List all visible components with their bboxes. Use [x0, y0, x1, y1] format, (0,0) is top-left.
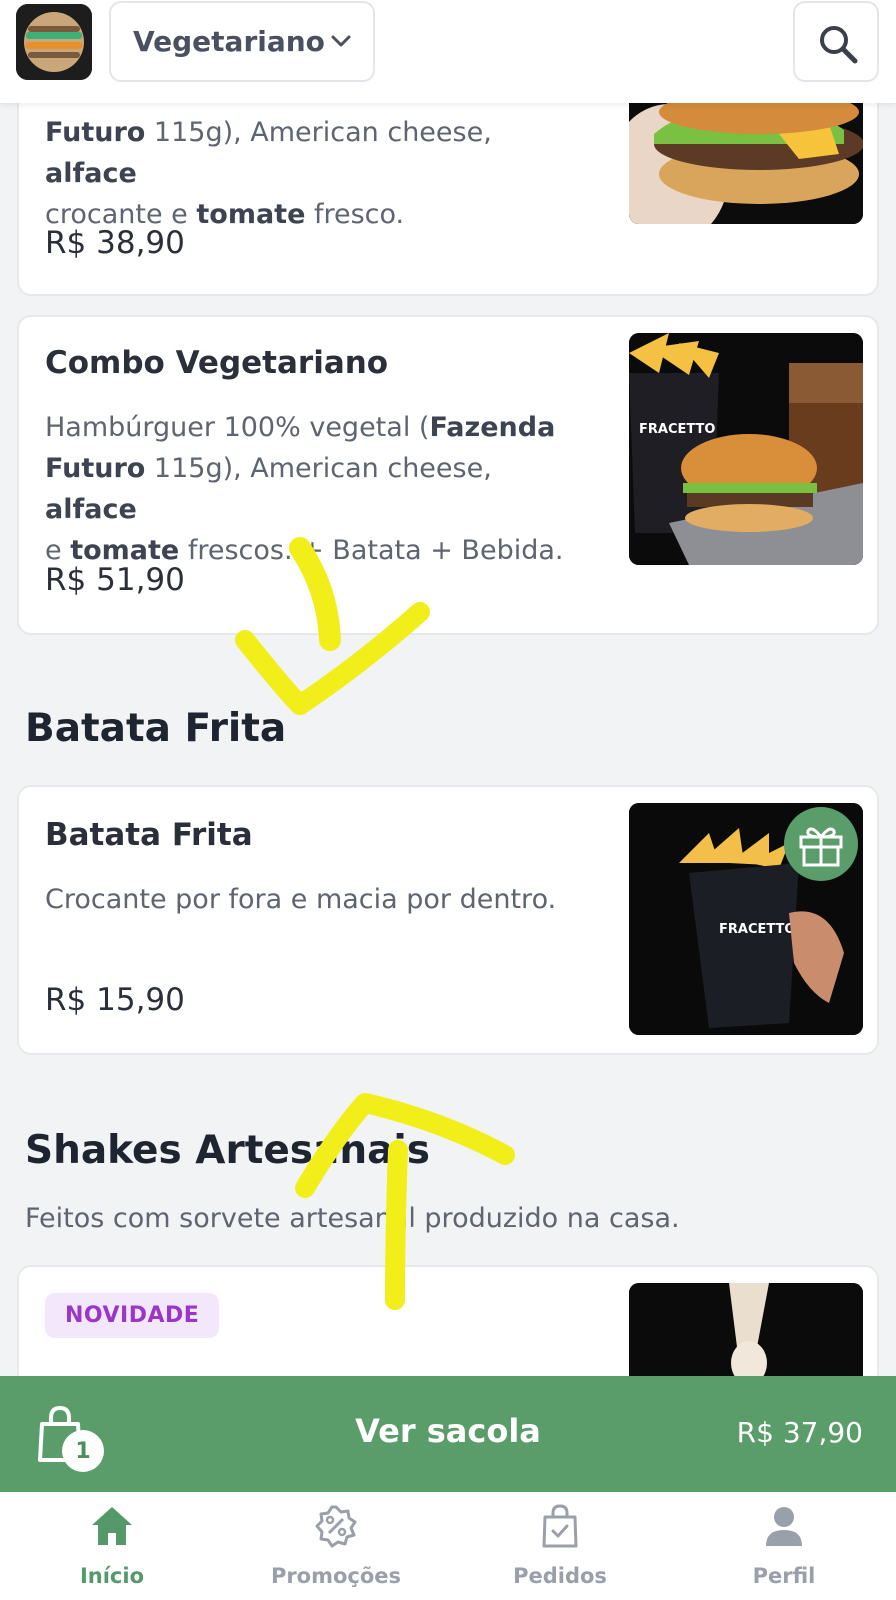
view-bag-bar[interactable]: 1 Ver sacola R$ 37,90 [0, 1376, 896, 1492]
product-price: R$ 15,90 [45, 982, 185, 1018]
gift-badge [784, 807, 858, 881]
svg-text:FRACETTO: FRACETTO [719, 922, 795, 937]
category-select-value: Vegetariano [133, 25, 325, 58]
nav-item-inicio[interactable]: Início [0, 1492, 224, 1600]
nav-item-perfil[interactable]: Perfil [672, 1492, 896, 1600]
product-card-batata-frita[interactable]: Batata Frita Crocante por fora e macia p… [17, 785, 879, 1055]
user-icon [766, 1507, 802, 1546]
product-title: Combo Vegetariano [45, 345, 389, 381]
app-screen: Vegetariano Futuro 115g), American chees… [0, 0, 896, 1600]
nav-item-pedidos[interactable]: Pedidos [448, 1492, 672, 1600]
nav-item-promocoes[interactable]: Promoções [224, 1492, 448, 1600]
burger-logo[interactable] [16, 4, 92, 80]
chevron-down-icon [331, 35, 351, 47]
percent-badge-icon [315, 1505, 357, 1548]
product-card-combo-vegetariano[interactable]: Combo Vegetariano Hambúrguer 100% vegeta… [17, 315, 879, 635]
search-icon [820, 26, 858, 64]
product-description: Hambúrguer 100% vegetal (Fazenda Futuro … [45, 412, 564, 566]
search-button[interactable] [793, 1, 879, 82]
new-badge: NOVIDADE [45, 1293, 220, 1338]
nav-label: Início [79, 1564, 145, 1588]
product-card-partial[interactable]: Futuro 115g), American cheese, alface cr… [17, 70, 879, 296]
nav-label: Promoções [270, 1564, 402, 1588]
svg-text:FRACETTO: FRACETTO [639, 422, 715, 437]
burger-logo-icon [16, 4, 92, 80]
bag-total: R$ 37,90 [736, 1416, 863, 1449]
product-title: Batata Frita [45, 817, 253, 853]
home-icon [92, 1507, 132, 1545]
gift-icon [799, 827, 843, 867]
bottom-nav: Início Promoções Pedidos Perfil [0, 1492, 896, 1600]
nav-label: Pedidos [513, 1564, 607, 1588]
nav-label: Perfil [752, 1564, 816, 1588]
shopping-bag-check-icon [542, 1504, 578, 1548]
section-title-shakes: Shakes Artesanais [25, 1128, 431, 1173]
category-select[interactable]: Vegetariano [109, 1, 375, 82]
top-bar: Vegetariano [0, 0, 896, 103]
product-description: Crocante por fora e macia por dentro. [45, 884, 557, 915]
product-price: R$ 51,90 [45, 562, 185, 598]
product-image-combo: FRACETTO [629, 333, 863, 565]
product-image-batata: FRACETTO [629, 803, 863, 1035]
product-price: R$ 38,90 [45, 225, 185, 261]
product-description: Futuro 115g), American cheese, alface cr… [45, 117, 492, 230]
section-subtitle-shakes: Feitos com sorvete artesanal produzido n… [25, 1203, 680, 1234]
section-title-batata-frita: Batata Frita [25, 706, 287, 751]
